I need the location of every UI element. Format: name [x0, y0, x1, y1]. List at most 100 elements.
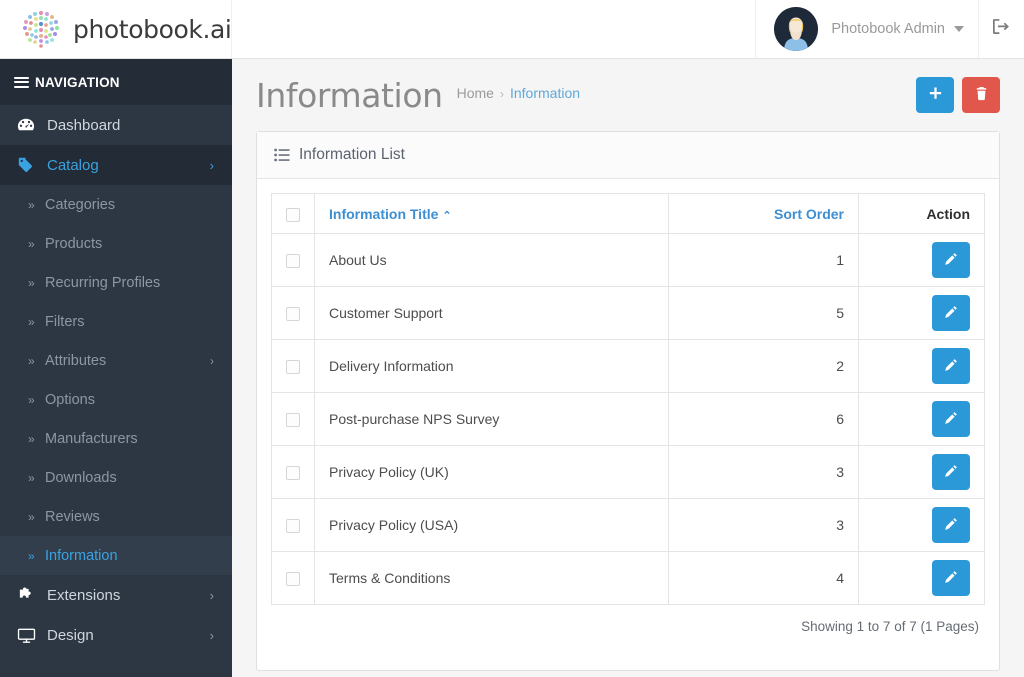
edit-button[interactable]: [932, 454, 970, 490]
navigation-header: NAVIGATION: [0, 59, 232, 105]
angle-double-right-icon: »: [28, 197, 35, 212]
avatar: [774, 7, 819, 51]
sidebar-item-label: Extensions: [47, 586, 121, 604]
select-all-header: [271, 193, 315, 234]
edit-button[interactable]: [932, 401, 970, 437]
trash-icon: [974, 86, 989, 104]
sidebar-item-categories[interactable]: » Categories: [0, 185, 232, 224]
breadcrumb: Home › Information: [457, 85, 580, 105]
angle-double-right-icon: »: [28, 236, 35, 251]
sidebar-item-extensions[interactable]: Extensions ›: [0, 575, 232, 615]
hamburger-icon: [14, 76, 29, 88]
row-title: Privacy Policy (UK): [314, 445, 669, 499]
tachometer-icon: [17, 116, 41, 134]
information-table: Information Title ⌃ Sort Order Action Abo…: [271, 193, 985, 605]
select-all-checkbox[interactable]: [286, 207, 300, 222]
main-content: Information Home › Information Informati…: [232, 59, 1024, 677]
row-sort-order: 2: [668, 339, 859, 393]
user-menu[interactable]: Photobook Admin: [755, 0, 978, 58]
row-action-cell: [858, 339, 985, 393]
sidebar-item-design[interactable]: Design ›: [0, 615, 232, 655]
angle-double-right-icon: »: [28, 353, 35, 368]
sidebar-item-information[interactable]: » Information: [0, 536, 232, 575]
edit-button[interactable]: [932, 295, 970, 331]
sidebar-item-products[interactable]: » Products: [0, 224, 232, 263]
chevron-right-icon: ›: [210, 353, 214, 368]
sidebar-item-label: Reviews: [45, 508, 100, 525]
list-icon: [274, 147, 290, 163]
sort-asc-icon: ⌃: [442, 209, 452, 222]
page-header: Information Home › Information: [232, 59, 1024, 131]
panel-header: Information List: [257, 132, 999, 179]
sidebar-item-recurring-profiles[interactable]: » Recurring Profiles: [0, 263, 232, 302]
desktop-icon: [17, 626, 41, 645]
sidebar-item-manufacturers[interactable]: » Manufacturers: [0, 419, 232, 458]
edit-button[interactable]: [932, 348, 970, 384]
sidebar-item-label: Categories: [45, 196, 116, 213]
row-sort-order: 6: [668, 392, 859, 446]
information-list-panel: Information List Information Title ⌃ Sort…: [256, 131, 1000, 671]
row-checkbox[interactable]: [286, 572, 300, 587]
sidebar-item-label: Catalog: [47, 156, 99, 174]
row-select-cell: [271, 392, 315, 446]
column-header-action: Action: [858, 193, 985, 234]
pencil-icon: [944, 517, 958, 534]
row-sort-order: 4: [668, 551, 859, 605]
table-row: Customer Support 5: [271, 286, 985, 340]
angle-double-right-icon: »: [28, 509, 35, 524]
row-select-cell: [271, 551, 315, 605]
row-checkbox[interactable]: [286, 413, 300, 428]
row-checkbox[interactable]: [286, 254, 300, 269]
logout-button[interactable]: [978, 0, 1024, 58]
table-body: About Us 1 Customer Support 5 Delivery I…: [271, 233, 985, 605]
row-select-cell: [271, 286, 315, 340]
table-row: Privacy Policy (USA) 3: [271, 498, 985, 552]
edit-button[interactable]: [932, 242, 970, 278]
sort-by-title-link[interactable]: Information Title ⌃: [329, 206, 452, 222]
pencil-icon: [944, 305, 958, 322]
sidebar-item-reviews[interactable]: » Reviews: [0, 497, 232, 536]
row-checkbox[interactable]: [286, 307, 300, 322]
row-sort-order: 5: [668, 286, 859, 340]
brand-logo-area[interactable]: photobook.ai: [0, 0, 232, 58]
table-row: About Us 1: [271, 233, 985, 287]
row-action-cell: [858, 233, 985, 287]
sidebar-item-label: Dashboard: [47, 116, 121, 134]
pencil-icon: [944, 252, 958, 269]
breadcrumb-item-information[interactable]: Information: [510, 85, 580, 101]
angle-double-right-icon: »: [28, 470, 35, 485]
panel-title: Information List: [299, 146, 405, 163]
sidebar-item-attributes[interactable]: » Attributes ›: [0, 341, 232, 380]
breadcrumb-item-home[interactable]: Home: [457, 85, 494, 101]
sidebar-item-dashboard[interactable]: Dashboard: [0, 105, 232, 145]
user-name: Photobook Admin: [831, 21, 945, 37]
add-new-button[interactable]: [916, 77, 954, 113]
row-title: Post-purchase NPS Survey: [314, 392, 669, 446]
row-checkbox[interactable]: [286, 466, 300, 481]
sidebar-item-label: Products: [45, 235, 103, 252]
row-sort-order: 3: [668, 498, 859, 552]
row-action-cell: [858, 551, 985, 605]
sort-by-sort-order-link[interactable]: Sort Order: [774, 206, 844, 222]
delete-button[interactable]: [962, 77, 1000, 113]
sidebar-item-label: Information: [45, 547, 118, 564]
sign-out-icon: [993, 18, 1010, 40]
row-select-cell: [271, 233, 315, 287]
row-action-cell: [858, 392, 985, 446]
sidebar-item-downloads[interactable]: » Downloads: [0, 458, 232, 497]
table-row: Post-purchase NPS Survey 6: [271, 392, 985, 446]
sidebar-item-options[interactable]: » Options: [0, 380, 232, 419]
breadcrumb-separator: ›: [499, 87, 504, 101]
sidebar-item-filters[interactable]: » Filters: [0, 302, 232, 341]
edit-button[interactable]: [932, 507, 970, 543]
angle-double-right-icon: »: [28, 392, 35, 407]
sidebar-item-catalog[interactable]: Catalog ›: [0, 145, 232, 185]
row-checkbox[interactable]: [286, 360, 300, 375]
navigation-header-label: NAVIGATION: [35, 74, 120, 90]
table-head: Information Title ⌃ Sort Order Action: [271, 193, 985, 234]
sidebar-item-label: Recurring Profiles: [45, 274, 161, 291]
sidebar-item-label: Design: [47, 626, 94, 644]
row-checkbox[interactable]: [286, 519, 300, 534]
edit-button[interactable]: [932, 560, 970, 596]
tag-icon: [17, 156, 41, 174]
